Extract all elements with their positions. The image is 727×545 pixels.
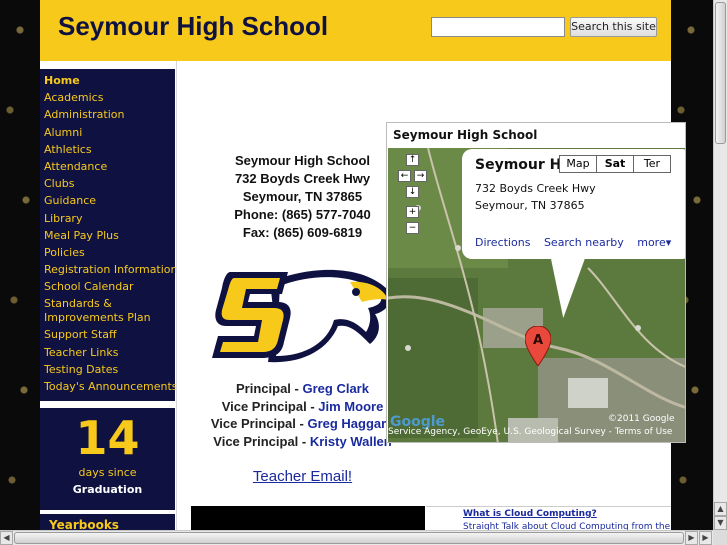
scrollbar-corner [713,530,727,545]
directions-link[interactable]: Directions [475,236,530,249]
nav-item-academics[interactable]: Academics [44,89,175,106]
scroll-up-arrow-icon[interactable]: ▲ [714,502,727,516]
map-copyright: ©2011 Google [608,414,675,424]
staff-list: Principal - Greg Clark Vice Principal - … [190,380,415,450]
nav-item-meal-pay-plus[interactable]: Meal Pay Plus [44,227,175,244]
info-window-address-line2: Seymour, TN 37865 [475,199,585,212]
teacher-email-link[interactable]: Teacher Email! [220,468,385,485]
map-type-selector: Map Sat Ter [559,155,671,173]
map-type-satellite-button[interactable]: Sat [596,155,634,173]
nav-item-teacher-links[interactable]: Teacher Links [44,344,175,361]
zoom-in-button[interactable]: + [406,206,419,218]
pan-left-button[interactable]: ← [398,170,411,182]
satellite-map[interactable]: ↑ ← → ↓ + − Seymour Hig 732 Boyds Creek … [388,148,685,442]
vertical-scrollbar[interactable]: ▲ ▼ [713,0,727,530]
staff-name[interactable]: Greg Haggard [307,416,394,431]
eagle-s-logo [212,269,391,363]
pan-up-button[interactable]: ↑ [406,154,419,166]
zoom-out-button[interactable]: − [406,222,419,234]
news-description: Straight Talk about Cloud Computing from… [463,522,671,530]
staff-row: Principal - Greg Clark [190,380,415,398]
nav-item-attendance[interactable]: Attendance [44,158,175,175]
scroll-down-arrow-icon[interactable]: ▼ [714,516,727,530]
nav-item-athletics[interactable]: Athletics [44,141,175,158]
site-header: Seymour High School Search this site [40,0,671,61]
sidebar: Home Academics Administration Alumni Ath… [40,61,178,530]
staff-row: Vice Principal - Jim Moore [190,398,415,416]
countdown-event: Graduation [72,483,143,496]
horizontal-scroll-thumb[interactable] [14,532,684,544]
more-link[interactable]: more▾ [637,236,671,249]
news-title-link[interactable]: What is Cloud Computing? [463,509,597,519]
staff-role: Vice Principal - [213,433,310,449]
nav-item-support-staff[interactable]: Support Staff [44,326,175,343]
search-button[interactable]: Search this site [570,17,657,37]
nav-item-library[interactable]: Library [44,210,175,227]
staff-row: Vice Principal - Kristy Wallen [190,433,415,451]
staff-row: Vice Principal - Greg Haggard [190,415,415,433]
map-title: Seymour High School [393,128,538,142]
nav-item-guidance[interactable]: Guidance [44,192,175,209]
nav-item-policies[interactable]: Policies [44,244,175,261]
nav-item-testing-dates[interactable]: Testing Dates [44,361,175,378]
google-map-widget: Seymour High School ↑ ← → ↓ + − Seymour … [386,122,686,443]
vertical-scroll-thumb[interactable] [715,2,726,144]
staff-name[interactable]: Jim Moore [318,399,383,414]
sidebar-nav: Home Academics Administration Alumni Ath… [40,69,178,401]
scroll-right-arrow-icon[interactable]: ▶ [685,531,698,545]
info-window-address-line1: 732 Boyds Creek Hwy [475,182,596,195]
news-feed: What is Cloud Computing? Straight Talk a… [426,506,671,530]
nav-item-standards-improvements-plan[interactable]: Standards & Improvements Plan [44,295,175,326]
pan-right-button[interactable]: → [414,170,427,182]
map-type-terrain-button[interactable]: Ter [633,155,671,173]
yearbooks-heading: Yearbooks [40,514,175,530]
scroll-right-end-arrow-icon[interactable]: ▶ [699,531,712,545]
nav-item-clubs[interactable]: Clubs [44,175,175,192]
countdown-text: days since [78,466,137,479]
left-decorative-background [0,0,40,530]
nav-item-school-calendar[interactable]: School Calendar [44,278,175,295]
site-title[interactable]: Seymour High School [58,11,328,42]
search-input[interactable] [431,17,565,37]
marker-label: A [533,333,543,348]
map-attribution[interactable]: Service Agency, GeoEye, U.S. Geological … [388,427,672,437]
staff-role: Vice Principal - [210,416,308,431]
nav-item-registration-information[interactable]: Registration Information [44,261,178,278]
pan-down-button[interactable]: ↓ [406,186,419,198]
staff-name[interactable]: Greg Clark [302,381,368,396]
nav-item-home[interactable]: Home [44,72,175,89]
scroll-left-arrow-icon[interactable]: ◀ [0,531,13,545]
staff-role: Principal - [236,381,303,396]
nav-item-todays-announcements[interactable]: Today's Announcements [44,378,178,395]
map-type-map-button[interactable]: Map [559,155,597,173]
sidebar-divider [176,61,177,530]
nav-item-alumni[interactable]: Alumni [44,124,175,141]
map-marker-icon[interactable]: A [525,326,551,366]
staff-role: Vice Principal - [221,398,319,414]
countdown-number: 14 [75,411,140,465]
horizontal-scrollbar[interactable]: ◀ ▶ ▶ [0,530,713,545]
nav-item-administration[interactable]: Administration [44,106,175,123]
embedded-video[interactable] [191,506,425,530]
staff-name[interactable]: Kristy Wallen [310,434,392,449]
graduation-countdown: 14 days since Graduation [40,408,175,510]
